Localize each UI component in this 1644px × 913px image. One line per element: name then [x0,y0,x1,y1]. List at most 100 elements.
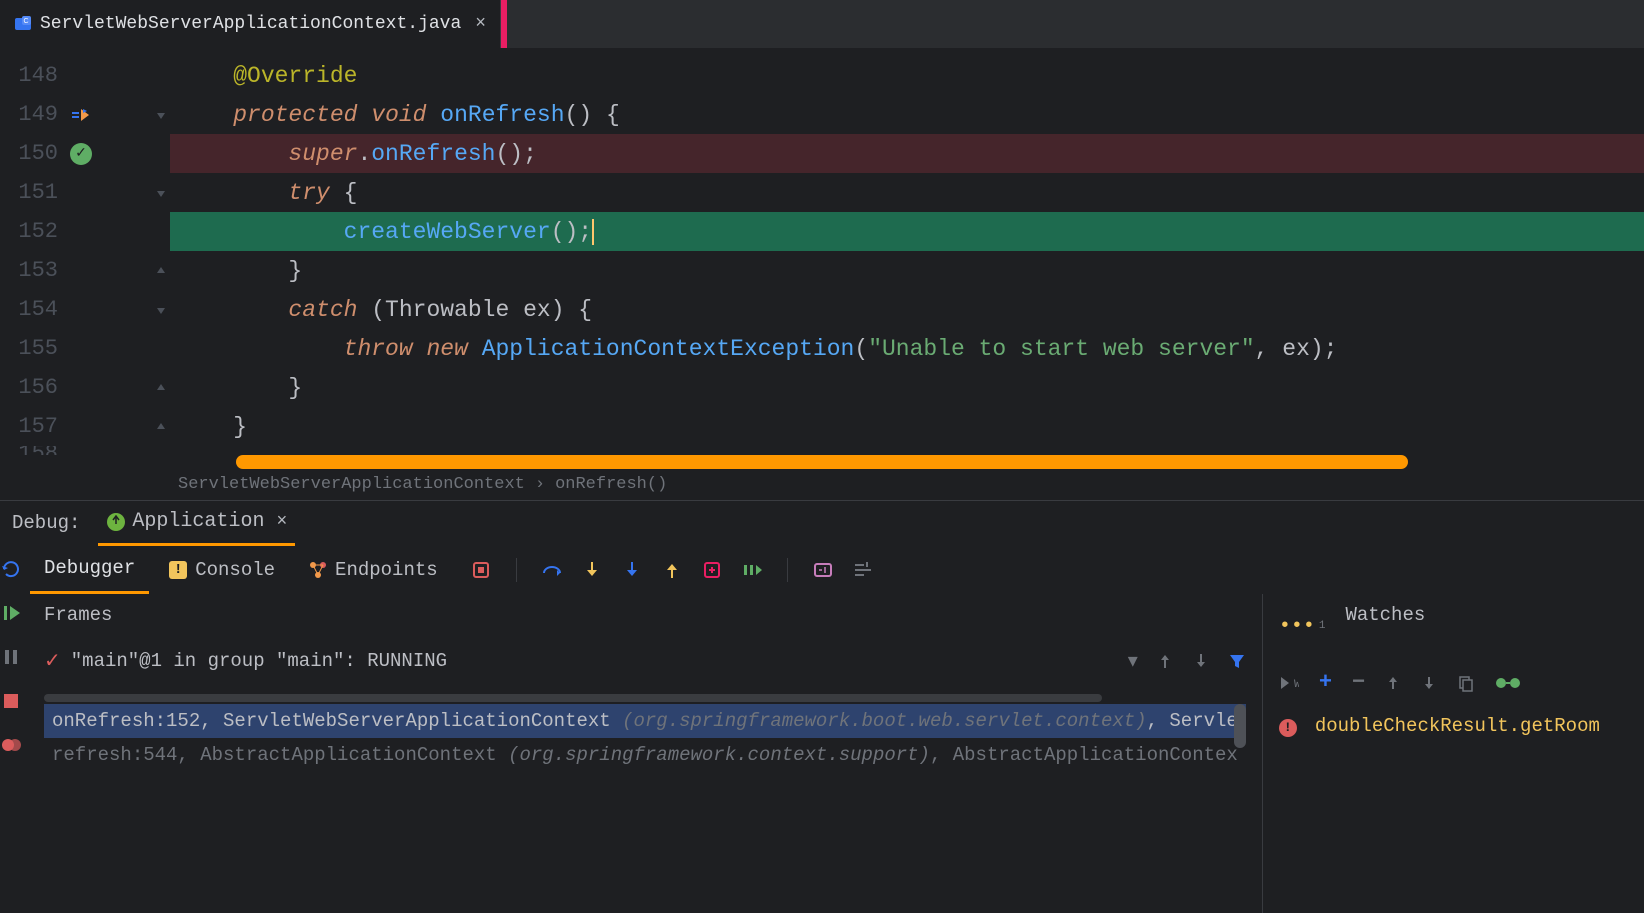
line-number: 156 [0,375,58,400]
force-step-into-icon[interactable] [621,559,643,581]
next-frame-icon[interactable] [1192,652,1210,670]
step-into-icon[interactable] [581,559,603,581]
stop-icon[interactable] [0,690,22,712]
console-tab[interactable]: ! Console [155,546,289,595]
code-line[interactable]: @Override [170,56,1644,95]
frames-title: Frames [44,604,1246,626]
line-number: 158 [0,446,58,455]
step-out-icon[interactable] [661,559,683,581]
breadcrumb-item[interactable]: ServletWebServerApplicationContext [178,475,525,494]
close-config-icon[interactable]: × [276,512,287,532]
code-line[interactable]: catch (Throwable ex) { [170,290,1644,329]
thread-name: "main"@1 in group "main": RUNNING [71,650,447,672]
watch-expression: doubleCheckResult.getRoom [1315,715,1600,737]
gutter-line[interactable]: 156 [0,368,170,407]
warning-icon: ! [169,561,187,579]
new-watch-play-icon[interactable]: W [1279,675,1299,691]
breadcrumb-item[interactable]: onRefresh() [555,475,667,494]
rerun-icon[interactable] [0,558,22,580]
code-line[interactable]: try { [170,173,1644,212]
view-breakpoints-icon[interactable] [0,734,22,756]
line-number: 155 [0,336,58,361]
copy-icon[interactable] [1457,674,1475,692]
gutter-line[interactable]: 148 [0,56,170,95]
show-execution-point-icon[interactable] [470,559,492,581]
horizontal-scrollbar[interactable] [236,455,1408,469]
thread-selector[interactable]: ✓ "main"@1 in group "main": RUNNING ▾ [44,648,1246,674]
fold-handle-icon[interactable] [154,303,168,317]
fold-handle-icon[interactable] [154,420,168,434]
gutter-line[interactable]: 154 [0,290,170,329]
run-line-icon[interactable] [70,105,90,125]
code-line[interactable]: createWebServer(); [170,212,1644,251]
fold-handle-icon[interactable] [154,381,168,395]
code-line[interactable]: } [170,368,1644,407]
line-number: 151 [0,180,58,205]
code-line[interactable]: } [170,407,1644,446]
debugger-tab[interactable]: Debugger [30,546,149,595]
debug-label: Debug: [4,512,88,534]
glasses-icon[interactable] [1495,676,1521,690]
endpoints-tab[interactable]: Endpoints [295,546,452,595]
run-config-name: Application [132,510,264,533]
line-number: 153 [0,258,58,283]
thread-check-icon: ✓ [44,648,61,674]
frames-horizontal-scrollbar[interactable] [44,694,1102,702]
file-tab-name: ServletWebServerApplicationContext.java [40,14,461,34]
fold-handle-icon[interactable] [154,186,168,200]
code-editor[interactable]: 148 149 150 ✓ 151 152 153 154 155 156 157 158 @Over… [0,48,1644,455]
step-over-icon[interactable] [541,559,563,581]
gutter-line[interactable]: 152 [0,212,170,251]
gutter-line[interactable]: 150 ✓ [0,134,170,173]
resume-icon[interactable] [0,602,22,624]
gutter-line[interactable]: 151 [0,173,170,212]
run-to-cursor-icon[interactable] [741,559,763,581]
line-number: 149 [0,102,58,127]
breadcrumb-separator: › [535,475,545,494]
pause-icon[interactable] [0,646,22,668]
breakpoint-check-icon[interactable]: ✓ [70,143,92,165]
drop-frame-icon[interactable] [701,559,723,581]
fold-handle-icon[interactable] [154,264,168,278]
move-up-icon[interactable] [1385,675,1401,691]
trace-current-stream-chain-icon[interactable] [852,559,874,581]
fold-handle-icon[interactable] [154,108,168,122]
gutter-line[interactable]: 157 [0,407,170,446]
stack-frame[interactable]: onRefresh:152, ServletWebServerApplicati… [44,704,1246,738]
breadcrumb[interactable]: ServletWebServerApplicationContext › onR… [0,469,1644,500]
text-cursor [592,219,594,245]
move-down-icon[interactable] [1421,675,1437,691]
line-number: 154 [0,297,58,322]
filter-icon[interactable] [1228,652,1246,670]
debug-side-toolbar [0,546,22,913]
line-number: 150 [0,141,58,166]
code-line[interactable]: } [170,251,1644,290]
watch-item[interactable]: ! doubleCheckResult.getRoom [1279,715,1644,738]
more-icon[interactable]: ••• [1279,615,1315,638]
debug-header: Debug: Application × [0,501,1644,546]
add-watch-icon[interactable]: + [1319,670,1332,695]
code-line[interactable]: throw new ApplicationContextException("U… [170,329,1644,368]
line-number: 152 [0,219,58,244]
code-line[interactable]: protected void onRefresh() { [170,95,1644,134]
svg-text:W: W [1294,679,1299,691]
line-number: 148 [0,63,58,88]
debug-run-config-tab[interactable]: Application × [98,501,295,546]
error-icon: ! [1279,719,1297,737]
gutter-line[interactable]: 149 [0,95,170,134]
remove-watch-icon[interactable]: − [1352,670,1365,695]
file-tab[interactable]: C ServletWebServerApplicationContext.jav… [0,0,501,48]
evaluate-expression-icon[interactable] [812,559,834,581]
close-tab-icon[interactable]: × [475,14,486,34]
java-class-icon: C [14,15,32,33]
debug-tabs: Debugger ! Console Endpoints [22,546,1644,595]
spring-boot-icon [106,512,126,532]
dropdown-icon[interactable]: ▾ [1128,648,1138,674]
gutter-line[interactable]: 155 [0,329,170,368]
gutter-line[interactable]: 153 [0,251,170,290]
code-line[interactable]: super.onRefresh(); [170,134,1644,173]
line-number: 157 [0,414,58,439]
stack-frame[interactable]: refresh:544, AbstractApplicationContext … [44,738,1246,772]
frames-vertical-scrollbar[interactable] [1234,704,1246,748]
prev-frame-icon[interactable] [1156,652,1174,670]
